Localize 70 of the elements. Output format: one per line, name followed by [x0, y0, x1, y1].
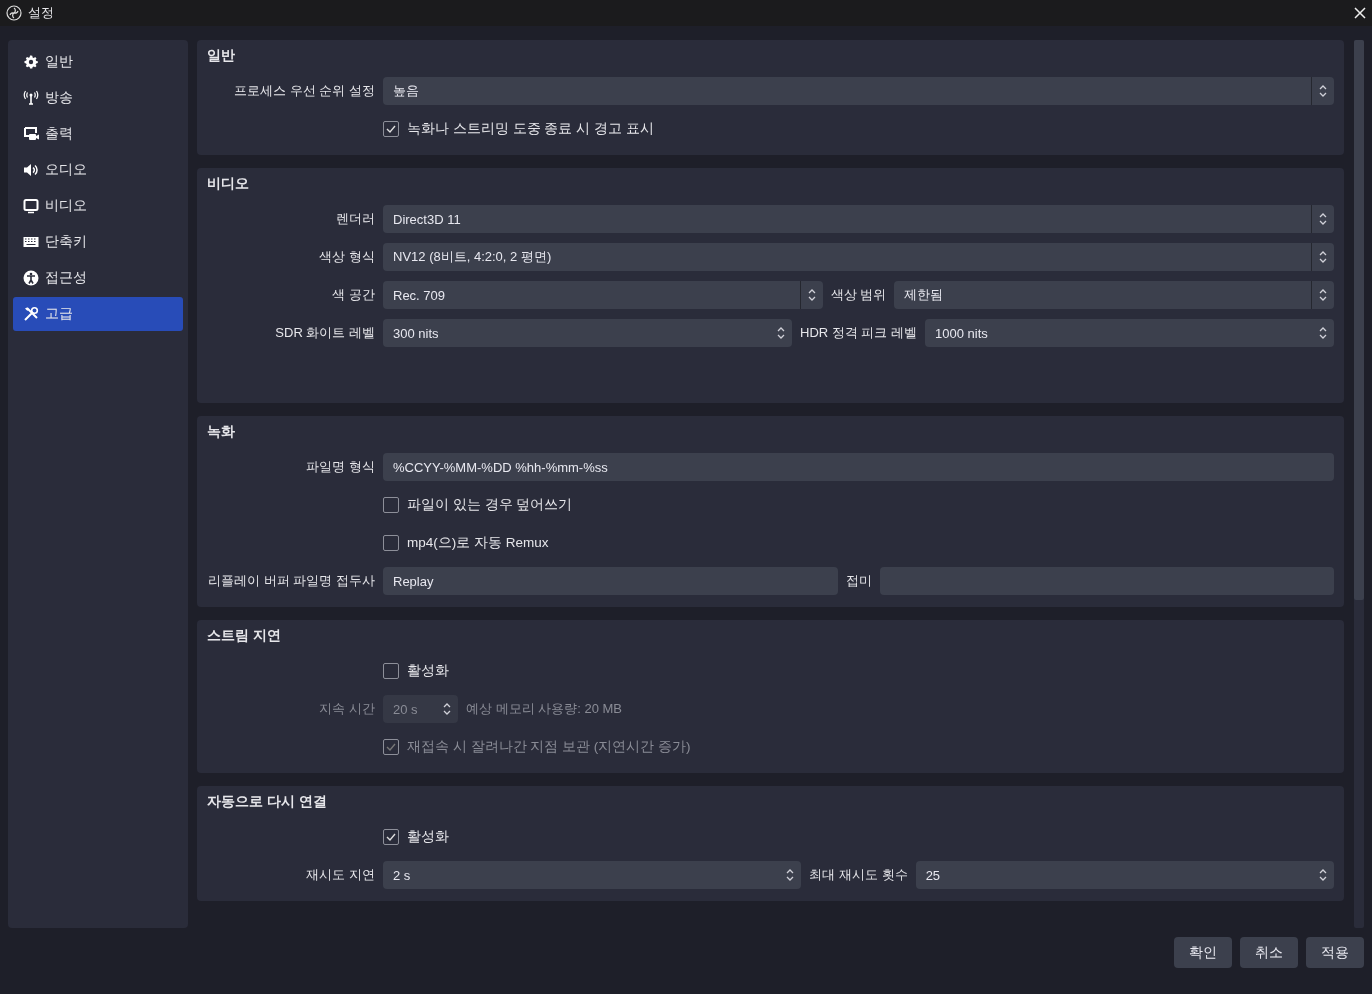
field-label: 파일명 형식 [305, 458, 375, 476]
monitor-icon [23, 198, 39, 214]
chevron-icon[interactable] [1318, 287, 1328, 303]
field-label: 색 공간 [331, 286, 375, 304]
antenna-icon [23, 90, 39, 106]
dropdown[interactable]: 제한됨 [894, 281, 1334, 309]
stepper-icon[interactable] [785, 867, 796, 883]
tools-icon [23, 306, 39, 322]
dropdown[interactable]: NV12 (8비트, 4:2:0, 2 평면) [383, 243, 1334, 271]
field-label: 렌더러 [335, 210, 375, 228]
accessibility-icon [23, 270, 39, 286]
sidebar-item[interactable]: 고급 [13, 297, 183, 331]
scrollbar[interactable] [1354, 40, 1364, 928]
gear-icon [23, 54, 39, 70]
speaker-icon [23, 162, 39, 178]
sidebar-item[interactable]: 출력 [13, 117, 183, 151]
field-label: 리플레이 버퍼 파일명 접두사 [207, 572, 375, 590]
field-label: 프로세스 우선 순위 설정 [233, 82, 375, 100]
input-field[interactable]: Replay [383, 567, 838, 595]
sidebar-item[interactable]: 단축키 [13, 225, 183, 259]
dialog-button[interactable]: 적용 [1306, 937, 1364, 968]
field-label: 지속 시간 [318, 700, 375, 718]
group-title: 자동으로 다시 연결 [207, 793, 328, 811]
input-field[interactable]: %CCYY-%MM-%DD %hh-%mm-%ss [383, 453, 1334, 481]
stepper-icon[interactable] [1318, 325, 1328, 341]
field-label: 최대 재시도 횟수 [809, 866, 908, 884]
checkbox[interactable]: 활성화 [383, 828, 449, 846]
field-label: 색상 범위 [830, 286, 887, 304]
field-label: 접미 [845, 572, 872, 590]
chevron-icon[interactable] [1318, 249, 1328, 265]
spin-box[interactable]: 1000 nits [925, 319, 1334, 347]
field-label: 재시도 지연 [305, 866, 375, 884]
chevron-icon[interactable] [1318, 211, 1328, 227]
sidebar-item[interactable]: 접근성 [13, 261, 183, 295]
keyboard-icon [23, 234, 39, 250]
field-label: HDR 정격 피크 레벨 [800, 324, 917, 342]
check-icon [385, 831, 397, 843]
chevron-icon[interactable] [1318, 83, 1328, 99]
check-icon [385, 123, 397, 135]
sidebar-item[interactable]: 오디오 [13, 153, 183, 187]
dropdown[interactable]: Rec. 709 [383, 281, 823, 309]
field-label: 색상 형식 [318, 248, 375, 266]
chevron-icon[interactable] [806, 287, 817, 303]
sidebar-item[interactable]: 비디오 [13, 189, 183, 223]
stepper-icon[interactable] [776, 325, 786, 341]
sidebar-item[interactable]: 방송 [13, 81, 183, 115]
field-label: SDR 화이트 레벨 [274, 324, 375, 342]
dialog-button[interactable]: 확인 [1174, 937, 1232, 968]
dialog-button[interactable]: 취소 [1240, 937, 1298, 968]
sidebar-item[interactable]: 일반 [13, 45, 183, 79]
app-logo-icon [6, 5, 22, 21]
checkbox[interactable]: 활성화 [383, 662, 449, 680]
close-icon[interactable] [1354, 7, 1366, 19]
spin-box[interactable]: 2 s [383, 861, 802, 889]
window-title: 설정 [28, 4, 55, 22]
group-title: 스트림 지연 [207, 627, 282, 645]
dropdown[interactable]: 높음 [383, 77, 1334, 105]
checkbox[interactable]: mp4(으)로 자동 Remux [383, 534, 549, 552]
group-title: 비디오 [207, 175, 250, 193]
group-title: 녹화 [207, 423, 236, 441]
spin-box[interactable]: 300 nits [383, 319, 792, 347]
spin-box[interactable]: 25 [915, 861, 1334, 889]
dropdown[interactable]: Direct3D 11 [383, 205, 1334, 233]
check-icon [385, 741, 397, 753]
monitor-camera-icon [23, 126, 39, 142]
stepper-icon[interactable] [1318, 867, 1328, 883]
checkbox[interactable]: 파일이 있는 경우 덮어쓰기 [383, 496, 573, 514]
group-title: 일반 [207, 47, 236, 65]
checkbox[interactable]: 녹화나 스트리밍 도중 종료 시 경고 표시 [383, 120, 654, 138]
memory-estimate: 예상 메모리 사용량: 20 MB [466, 700, 623, 718]
